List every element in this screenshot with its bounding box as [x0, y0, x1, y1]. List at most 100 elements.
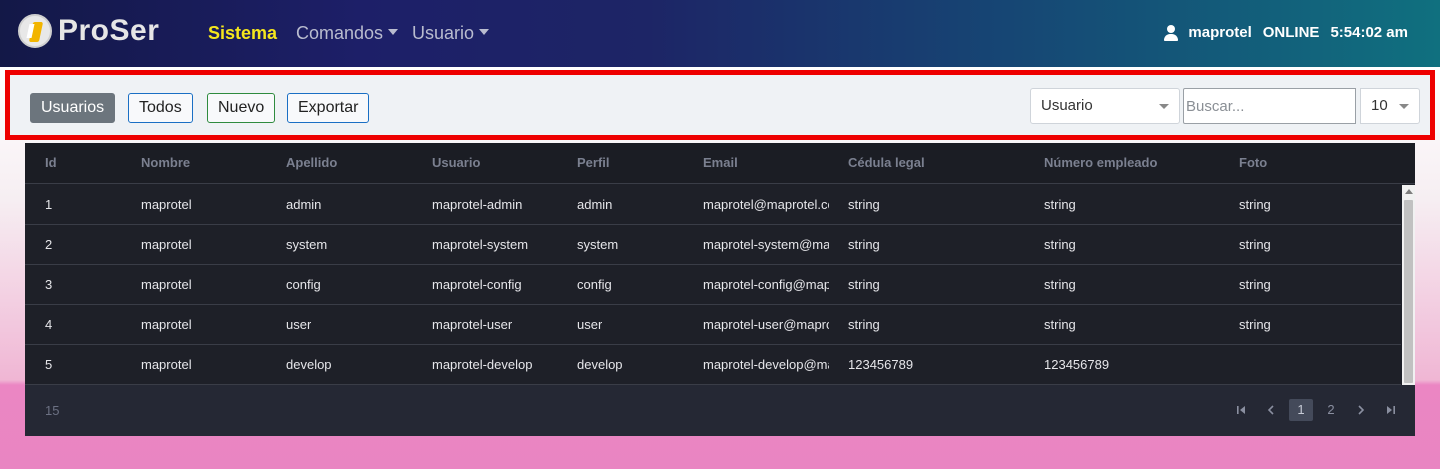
chevron-right-icon — [1358, 405, 1365, 415]
column-header[interactable]: Email — [703, 155, 738, 170]
cell-apellido: user — [286, 317, 312, 332]
cell-numero-empleado: string — [1044, 237, 1076, 252]
table-toolbar: Usuarios Todos Nuevo Exportar Usuario 10 — [5, 70, 1435, 140]
cell-perfil: system — [577, 237, 619, 252]
cell-perfil: config — [577, 277, 612, 292]
users-table: Id Nombre Apellido Usuario Perfil Email … — [25, 143, 1415, 436]
field-select-value: Usuario — [1041, 97, 1093, 114]
cell-foto: string — [1239, 317, 1271, 332]
cell-numero-empleado: 123456789 — [1044, 357, 1110, 372]
cell-nombre: maprotel — [141, 197, 192, 212]
column-header[interactable]: Usuario — [432, 155, 480, 170]
cell-cedula: string — [848, 317, 880, 332]
cell-cedula: 123456789 — [848, 357, 914, 372]
online-status: ONLINE — [1262, 24, 1320, 41]
chevron-down-icon — [1159, 104, 1169, 109]
last-page-button[interactable] — [1379, 399, 1403, 421]
page-button-1[interactable]: 1 — [1289, 399, 1313, 421]
cell-numero-empleado: string — [1044, 197, 1076, 212]
cell-apellido: develop — [286, 357, 332, 372]
field-select[interactable]: Usuario — [1030, 88, 1180, 124]
table-row[interactable]: 4 maprotel user maprotel-user user mapro… — [25, 305, 1401, 345]
nav-usuario[interactable]: Usuario — [412, 23, 490, 44]
chevron-down-icon — [1399, 104, 1409, 109]
username[interactable]: maprotel — [1188, 24, 1251, 41]
pagination: 1 2 — [1223, 399, 1403, 421]
search-input[interactable] — [1183, 88, 1356, 124]
cell-perfil: develop — [577, 357, 623, 372]
column-header[interactable]: Perfil — [577, 155, 610, 170]
scrollbar-thumb[interactable] — [1404, 200, 1413, 383]
column-header[interactable]: Apellido — [286, 155, 337, 170]
nav-sistema[interactable]: Sistema — [208, 23, 277, 44]
table-row[interactable]: 5 maprotel develop maprotel-develop deve… — [25, 345, 1401, 385]
table-header: Id Nombre Apellido Usuario Perfil Email … — [25, 143, 1415, 184]
column-header[interactable]: Número empleado — [1044, 155, 1157, 170]
cell-foto: string — [1239, 277, 1271, 292]
cell-nombre: maprotel — [141, 317, 192, 332]
cell-email: maprotel-develop@maprotel.com — [703, 357, 829, 372]
table-scrollbar[interactable] — [1402, 185, 1415, 385]
cell-id: 2 — [45, 237, 53, 252]
cell-apellido: system — [286, 237, 328, 252]
table-footer: 15 1 2 — [25, 385, 1415, 436]
total-records: 15 — [45, 403, 60, 418]
clock: 5:54:02 am — [1330, 24, 1408, 41]
column-header[interactable]: Nombre — [141, 155, 190, 170]
table-body: 1 maprotel admin maprotel-admin admin ma… — [25, 185, 1401, 385]
user-icon — [1164, 24, 1179, 41]
todos-button[interactable]: Todos — [128, 93, 193, 123]
last-page-icon — [1387, 406, 1395, 414]
table-row[interactable]: 2 maprotel system maprotel-system system… — [25, 225, 1401, 265]
next-page-button[interactable] — [1349, 399, 1373, 421]
scroll-up-arrow-icon[interactable] — [1405, 189, 1413, 194]
caret-down-icon — [479, 29, 490, 36]
table-row[interactable]: 3 maprotel config maprotel-config config… — [25, 265, 1401, 305]
caret-down-icon — [388, 29, 399, 36]
column-header[interactable]: Foto — [1239, 155, 1267, 170]
cell-usuario: maprotel-user — [432, 317, 513, 332]
table-row[interactable]: 1 maprotel admin maprotel-admin admin ma… — [25, 185, 1401, 225]
nav-usuario-label: Usuario — [412, 23, 475, 43]
cell-nombre: maprotel — [141, 357, 192, 372]
top-navbar: ProSer Sistema Comandos Usuario maprotel… — [0, 0, 1440, 67]
brand-name: ProSer — [58, 14, 160, 47]
cell-usuario: maprotel-config — [432, 277, 522, 292]
cell-numero-empleado: string — [1044, 277, 1076, 292]
cell-perfil: admin — [577, 197, 613, 212]
usuarios-button[interactable]: Usuarios — [30, 93, 116, 123]
first-page-icon — [1237, 406, 1245, 414]
cell-usuario: maprotel-system — [432, 237, 529, 252]
prev-page-button[interactable] — [1259, 399, 1283, 421]
cell-numero-empleado: string — [1044, 317, 1076, 332]
chevron-left-icon — [1267, 405, 1274, 415]
column-header[interactable]: Id — [45, 155, 57, 170]
cell-cedula: string — [848, 197, 880, 212]
cell-email: maprotel-user@maprotel.com — [703, 317, 829, 332]
cell-cedula: string — [848, 277, 880, 292]
first-page-button[interactable] — [1229, 399, 1253, 421]
page-size-select[interactable]: 10 — [1360, 88, 1420, 124]
cell-email: maprotel@maprotel.com — [703, 197, 829, 212]
cell-foto: string — [1239, 197, 1271, 212]
proser-logo-icon — [18, 14, 52, 48]
cell-cedula: string — [848, 237, 880, 252]
nav-comandos-label: Comandos — [296, 23, 384, 43]
user-status: maprotel ONLINE 5:54:02 am — [1164, 24, 1408, 41]
cell-id: 4 — [45, 317, 53, 332]
cell-id: 5 — [45, 357, 53, 372]
brand-logo[interactable]: ProSer — [18, 14, 159, 48]
page-button-2[interactable]: 2 — [1319, 399, 1343, 421]
nav-comandos[interactable]: Comandos — [296, 23, 399, 44]
cell-apellido: config — [286, 277, 321, 292]
nuevo-button[interactable]: Nuevo — [207, 93, 276, 123]
column-header[interactable]: Cédula legal — [848, 155, 925, 170]
cell-id: 3 — [45, 277, 53, 292]
exportar-button[interactable]: Exportar — [287, 93, 370, 123]
cell-usuario: maprotel-develop — [432, 357, 533, 372]
cell-email: maprotel-config@maprotel.com — [703, 277, 829, 292]
cell-nombre: maprotel — [141, 237, 192, 252]
cell-perfil: user — [577, 317, 603, 332]
cell-foto: string — [1239, 237, 1271, 252]
cell-email: maprotel-system@maprotel.com — [703, 237, 829, 252]
